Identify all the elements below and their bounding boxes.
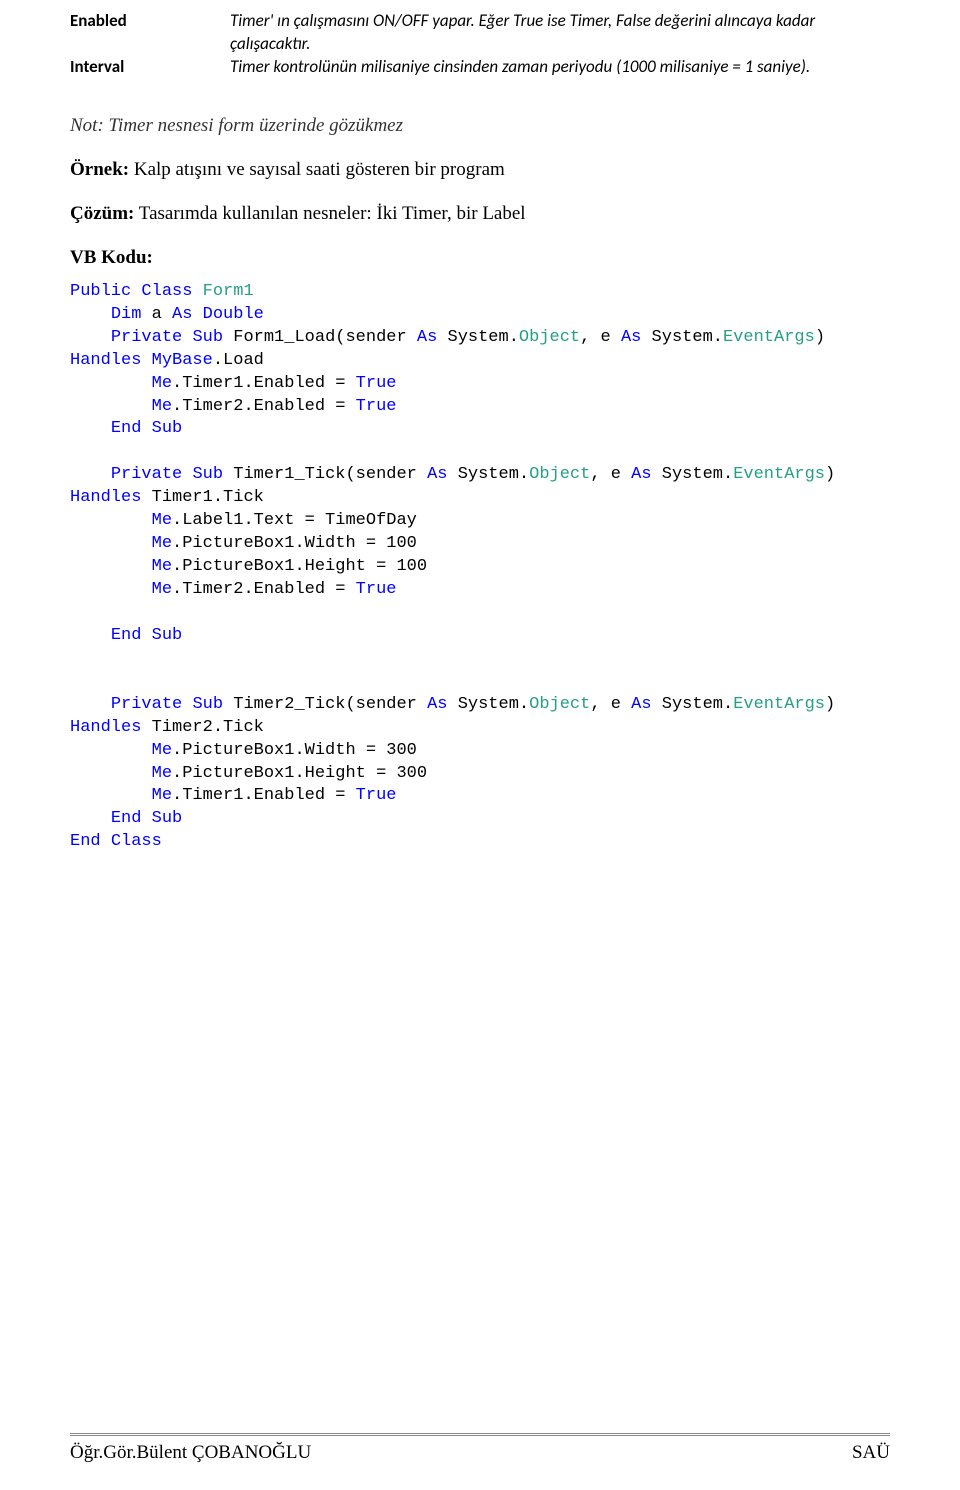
- solution-text: Tasarımda kullanılan nesneler: İki Timer…: [134, 203, 525, 224]
- example-label: Örnek:: [70, 159, 129, 180]
- solution-line: Çözüm: Tasarımda kullanılan nesneler: İk…: [70, 203, 890, 225]
- property-row-interval: Interval Timer kontrolünün milisaniye ci…: [70, 56, 890, 79]
- footer-divider: [70, 1433, 890, 1436]
- property-row-enabled: Enabled Timer' ın çalışmasını ON/OFF yap…: [70, 10, 890, 56]
- note-text: Not: Timer nesnesi form üzerinde gözükme…: [70, 115, 890, 137]
- property-desc: Timer' ın çalışmasını ON/OFF yapar. Eğer…: [230, 10, 890, 56]
- example-text: Kalp atışını ve sayısal saati gösteren b…: [129, 159, 505, 180]
- vb-kodu-label: VB Kodu:: [70, 247, 153, 268]
- property-name: Enabled: [70, 10, 230, 33]
- footer-institution: SAÜ: [852, 1442, 890, 1464]
- property-table: Enabled Timer' ın çalışmasını ON/OFF yap…: [70, 10, 890, 79]
- page-footer: Öğr.Gör.Bülent ÇOBANOĞLU SAÜ: [70, 1433, 890, 1464]
- vb-kodu-heading: VB Kodu:: [70, 247, 890, 269]
- solution-label: Çözüm:: [70, 203, 134, 224]
- code-listing: Public Class Form1 Dim a As Double Priva…: [70, 281, 890, 854]
- example-line: Örnek: Kalp atışını ve sayısal saati gös…: [70, 159, 890, 181]
- property-name: Interval: [70, 56, 230, 79]
- property-desc: Timer kontrolünün milisaniye cinsinden z…: [230, 56, 810, 79]
- footer-author: Öğr.Gör.Bülent ÇOBANOĞLU: [70, 1442, 311, 1464]
